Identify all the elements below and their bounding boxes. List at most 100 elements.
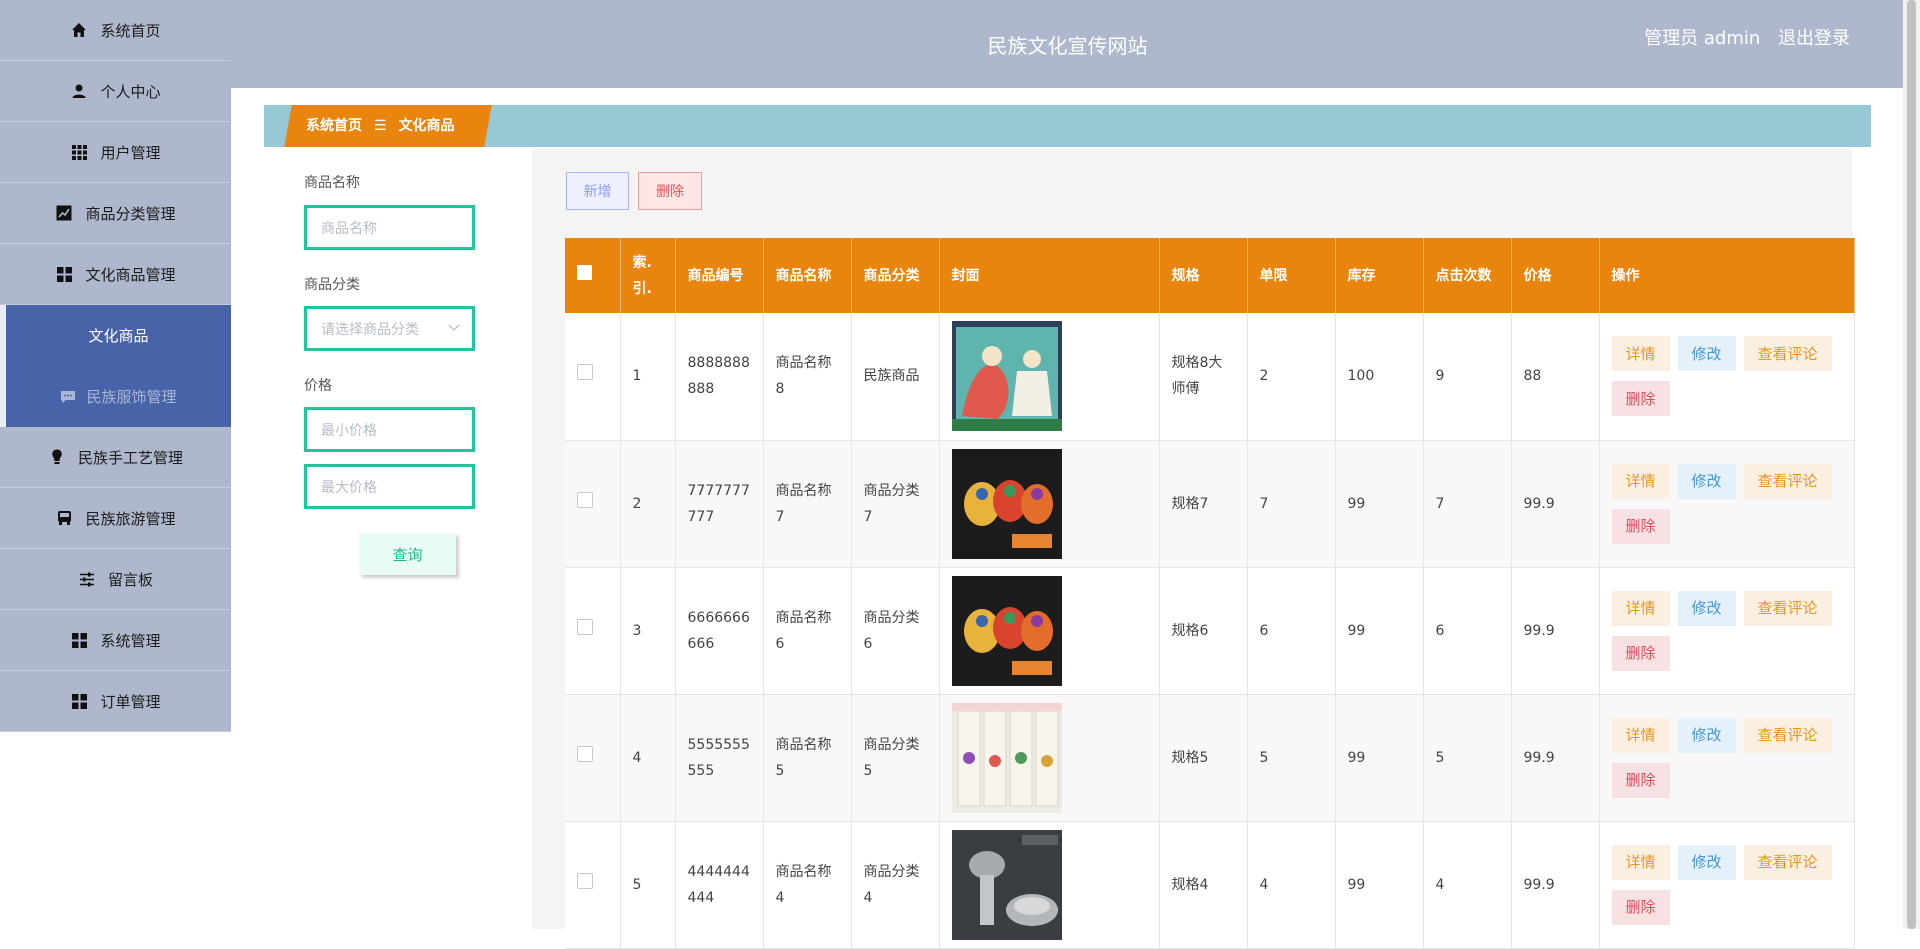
- sidebar-item-profile[interactable]: 个人中心: [0, 61, 231, 122]
- cell-stock: 99: [1335, 567, 1424, 695]
- breadcrumb-home[interactable]: 系统首页: [306, 118, 362, 134]
- user-area: 管理员 admin 退出登录: [1644, 24, 1850, 50]
- chevron-down-icon: [448, 321, 460, 335]
- edit-button[interactable]: 修改: [1677, 717, 1736, 753]
- cell-category: 民族商品: [851, 313, 940, 441]
- column-header: 操作: [1599, 238, 1855, 313]
- min-price-input[interactable]: 最小价格: [304, 407, 475, 452]
- chat-icon: [60, 390, 76, 404]
- detail-button[interactable]: 详情: [1611, 844, 1670, 880]
- edit-button[interactable]: 修改: [1677, 463, 1736, 499]
- column-header: 商品分类: [851, 238, 940, 313]
- table-row: 3 6666666666 商品名称6 商品分类6 规格6 6 99 6 99.9 详情 修改 查看评论…: [565, 567, 1855, 695]
- cell-price: 99.9: [1511, 567, 1600, 695]
- select-all-checkbox[interactable]: [577, 264, 592, 280]
- detail-button[interactable]: 详情: [1611, 463, 1670, 499]
- sidebar-item-label: 个人中心: [100, 82, 161, 101]
- cell-code: 5555555555: [675, 694, 764, 822]
- cell-limit: 7: [1247, 440, 1336, 568]
- row-checkbox[interactable]: [577, 618, 593, 635]
- category-placeholder: 请选择商品分类: [321, 321, 419, 338]
- cell-cover: [939, 694, 1160, 822]
- cell-index: 1: [620, 313, 676, 441]
- delete-button[interactable]: 删除: [1611, 635, 1670, 671]
- edit-button[interactable]: 修改: [1677, 336, 1736, 372]
- detail-button[interactable]: 详情: [1611, 717, 1670, 753]
- row-checkbox[interactable]: [577, 364, 593, 381]
- sliders-icon: [78, 570, 96, 588]
- apps-icon: [55, 265, 73, 283]
- sidebar-item-culture-goods[interactable]: 文化商品管理: [0, 244, 231, 305]
- view-reviews-button[interactable]: 查看评论: [1743, 590, 1832, 626]
- goods-table: 索.引. 商品编号 商品名称 商品分类 封面 规格 单限 库存 点击次数 价格 …: [565, 238, 1855, 949]
- delete-button[interactable]: 删除: [1611, 889, 1670, 925]
- name-input[interactable]: 商品名称: [304, 205, 475, 250]
- view-reviews-button[interactable]: 查看评论: [1743, 844, 1832, 880]
- sidebar-item-system[interactable]: 系统管理: [0, 610, 231, 671]
- max-price-input[interactable]: 最大价格: [304, 464, 475, 509]
- sidebar-item-label: 商品分类管理: [85, 204, 176, 223]
- cell-clicks: 7: [1423, 440, 1512, 568]
- apps-icon: [70, 631, 88, 649]
- column-header: 索.引.: [620, 238, 676, 313]
- sidebar-subitem-costume[interactable]: 民族服饰管理: [0, 366, 231, 427]
- cell-stock: 99: [1335, 440, 1424, 568]
- row-select-cell[interactable]: [565, 694, 621, 822]
- cell-ops: 详情 修改 查看评论删除: [1599, 313, 1855, 441]
- category-select[interactable]: 请选择商品分类: [304, 306, 475, 351]
- sidebar-subitem-culture-goods[interactable]: 文化商品: [0, 305, 231, 366]
- delete-button[interactable]: 删除: [1611, 508, 1670, 544]
- edit-button[interactable]: 修改: [1677, 590, 1736, 626]
- edit-button[interactable]: 修改: [1677, 844, 1736, 880]
- row-checkbox[interactable]: [577, 745, 593, 762]
- cell-spec: 规格5: [1159, 694, 1248, 822]
- apps-icon: [70, 692, 88, 710]
- table-row: 2 7777777777 商品名称7 商品分类7 规格7 7 99 7 99.9 详情 修改 查看评论…: [565, 440, 1855, 568]
- select-all-header[interactable]: [565, 238, 621, 313]
- sidebar-item-handicraft[interactable]: 民族手工艺管理: [0, 427, 231, 488]
- column-header: 单限: [1247, 238, 1336, 313]
- column-header: 商品编号: [675, 238, 764, 313]
- sidebar-item-label: 系统管理: [100, 631, 161, 650]
- cell-limit: 6: [1247, 567, 1336, 695]
- batch-delete-button[interactable]: 删除: [638, 172, 702, 210]
- cell-code: 7777777777: [675, 440, 764, 568]
- sidebar-item-label: 用户管理: [100, 143, 161, 162]
- cover-image: [951, 702, 1147, 813]
- cell-spec: 规格6: [1159, 567, 1248, 695]
- row-checkbox[interactable]: [577, 491, 593, 508]
- cell-ops: 详情 修改 查看评论删除: [1599, 694, 1855, 822]
- category-label: 商品分类: [304, 277, 360, 293]
- view-reviews-button[interactable]: 查看评论: [1743, 463, 1832, 499]
- cell-code: 6666666666: [675, 567, 764, 695]
- row-select-cell[interactable]: [565, 440, 621, 568]
- row-select-cell[interactable]: [565, 313, 621, 441]
- cell-price: 99.9: [1511, 694, 1600, 822]
- sidebar-item-tourism[interactable]: 民族旅游管理: [0, 488, 231, 549]
- view-reviews-button[interactable]: 查看评论: [1743, 336, 1832, 372]
- cell-code: 8888888888: [675, 313, 764, 441]
- delete-button[interactable]: 删除: [1611, 762, 1670, 798]
- logout-link[interactable]: 退出登录: [1778, 28, 1850, 49]
- delete-button[interactable]: 删除: [1611, 381, 1670, 417]
- cell-cover: [939, 440, 1160, 568]
- query-button[interactable]: 查询: [359, 533, 456, 575]
- sidebar-item-users[interactable]: 用户管理: [0, 122, 231, 183]
- detail-button[interactable]: 详情: [1611, 590, 1670, 626]
- sidebar: 系统首页 个人中心 用户管理 商品分类管理 文化商品管理 文化商品 民族服饰管理…: [0, 0, 231, 732]
- table-row: 1 8888888888 商品名称8 民族商品 规格8大师傅 2 100 9 88 详情 修改 查看评…: [565, 313, 1855, 441]
- view-reviews-button[interactable]: 查看评论: [1743, 717, 1832, 753]
- scrollbar-thumb[interactable]: [1907, 0, 1916, 929]
- cell-limit: 2: [1247, 313, 1336, 441]
- row-select-cell[interactable]: [565, 567, 621, 695]
- cell-spec: 规格8大师傅: [1159, 313, 1248, 441]
- sidebar-item-orders[interactable]: 订单管理: [0, 671, 231, 732]
- sidebar-item-home[interactable]: 系统首页: [0, 0, 231, 61]
- breadcrumb: 系统首页 ☰ 文化商品: [306, 105, 455, 147]
- row-checkbox[interactable]: [577, 872, 593, 889]
- sidebar-item-messages[interactable]: 留言板: [0, 549, 231, 610]
- detail-button[interactable]: 详情: [1611, 336, 1670, 372]
- page-scrollbar[interactable]: [1903, 0, 1920, 929]
- add-button[interactable]: 新增: [566, 172, 629, 210]
- sidebar-item-category[interactable]: 商品分类管理: [0, 183, 231, 244]
